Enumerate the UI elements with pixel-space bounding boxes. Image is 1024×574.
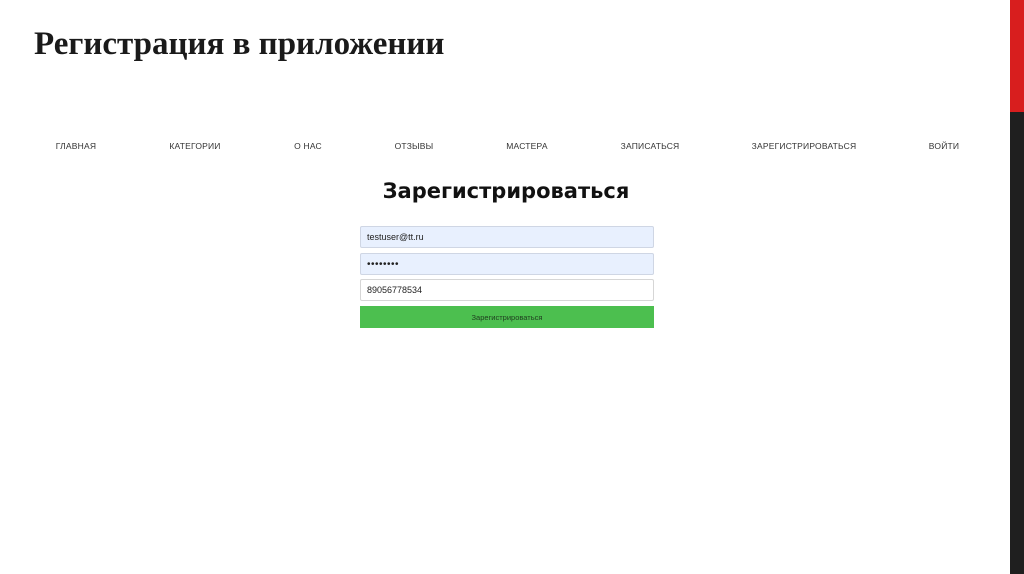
top-nav: ГЛАВНАЯ КАТЕГОРИИ О НАС ОТЗЫВЫ МАСТЕРА З…: [4, 141, 1008, 155]
nav-item-book[interactable]: ЗАПИСАТЬСЯ: [621, 141, 680, 151]
password-field[interactable]: ••••••••: [360, 253, 654, 275]
slide-title: Регистрация в приложении: [34, 26, 445, 62]
phone-field[interactable]: 89056778534: [360, 279, 654, 301]
nav-item-about[interactable]: О НАС: [294, 141, 322, 151]
nav-item-reviews[interactable]: ОТЗЫВЫ: [395, 141, 434, 151]
nav-item-masters[interactable]: МАСТЕРА: [506, 141, 547, 151]
accent-bar-red: [1010, 0, 1024, 112]
nav-item-categories[interactable]: КАТЕГОРИИ: [169, 141, 220, 151]
nav-item-home[interactable]: ГЛАВНАЯ: [56, 141, 96, 151]
register-button[interactable]: Зарегистрироваться: [360, 306, 654, 328]
nav-item-login[interactable]: ВОЙТИ: [929, 141, 959, 151]
form-heading: Зарегистрироваться: [382, 179, 630, 203]
app-screenshot: ГЛАВНАЯ КАТЕГОРИИ О НАС ОТЗЫВЫ МАСТЕРА З…: [4, 112, 1008, 574]
nav-item-register[interactable]: ЗАРЕГИСТРИРОВАТЬСЯ: [752, 141, 857, 151]
email-field[interactable]: testuser@tt.ru: [360, 226, 654, 248]
presentation-slide: Регистрация в приложении ГЛАВНАЯ КАТЕГОР…: [0, 0, 1024, 574]
accent-bar-dark: [1010, 112, 1024, 574]
